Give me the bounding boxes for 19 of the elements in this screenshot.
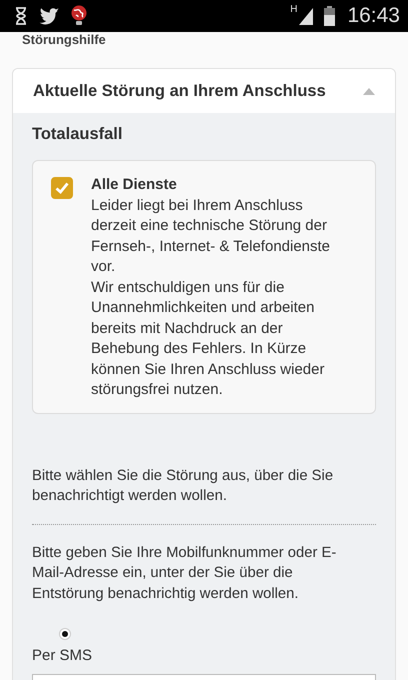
hourglass-icon [14, 6, 28, 26]
network-type: H [290, 4, 298, 15]
bird-icon [38, 7, 60, 25]
signal-icon [298, 7, 314, 25]
radio-button[interactable] [59, 628, 71, 640]
battery-icon [324, 6, 336, 26]
check-icon [55, 182, 69, 194]
collapse-icon [363, 88, 375, 94]
clock-time: 16:43 [347, 4, 400, 28]
select-hint: Bitte wählen Sie die Störung aus, über die Sie benachrichtigt werden wollen. [32, 466, 334, 506]
outage-title: Alle Dienste [91, 175, 178, 195]
checkbox[interactable] [51, 177, 73, 199]
page-title: Störungshilfe [21, 32, 107, 49]
radio-label: Per SMS [32, 647, 94, 664]
globe-bulb-icon [70, 5, 88, 27]
outage-description: Leider liegt bei Ihrem Anschluss derzeit eine technische Störung der Fernseh-, Internet- & Telefondienste vor. [91, 196, 332, 277]
section-title: Totalausfall [32, 125, 124, 144]
outage-description: Wir entschuldigen uns für die Unannehmlichkeiten und arbeiten bereits mit Nachdruck an der Behebung des Fehlers. In Kürze können Sie Ihren Anschluss wieder störungsfrei nutzen. [91, 278, 326, 400]
contact-hint: Bitte geben Sie Ihre Mobilfunknummer oder E-Mail-Adresse ein, unter der Sie über die Entstörung benachrichtig werden wollen. [32, 544, 338, 604]
